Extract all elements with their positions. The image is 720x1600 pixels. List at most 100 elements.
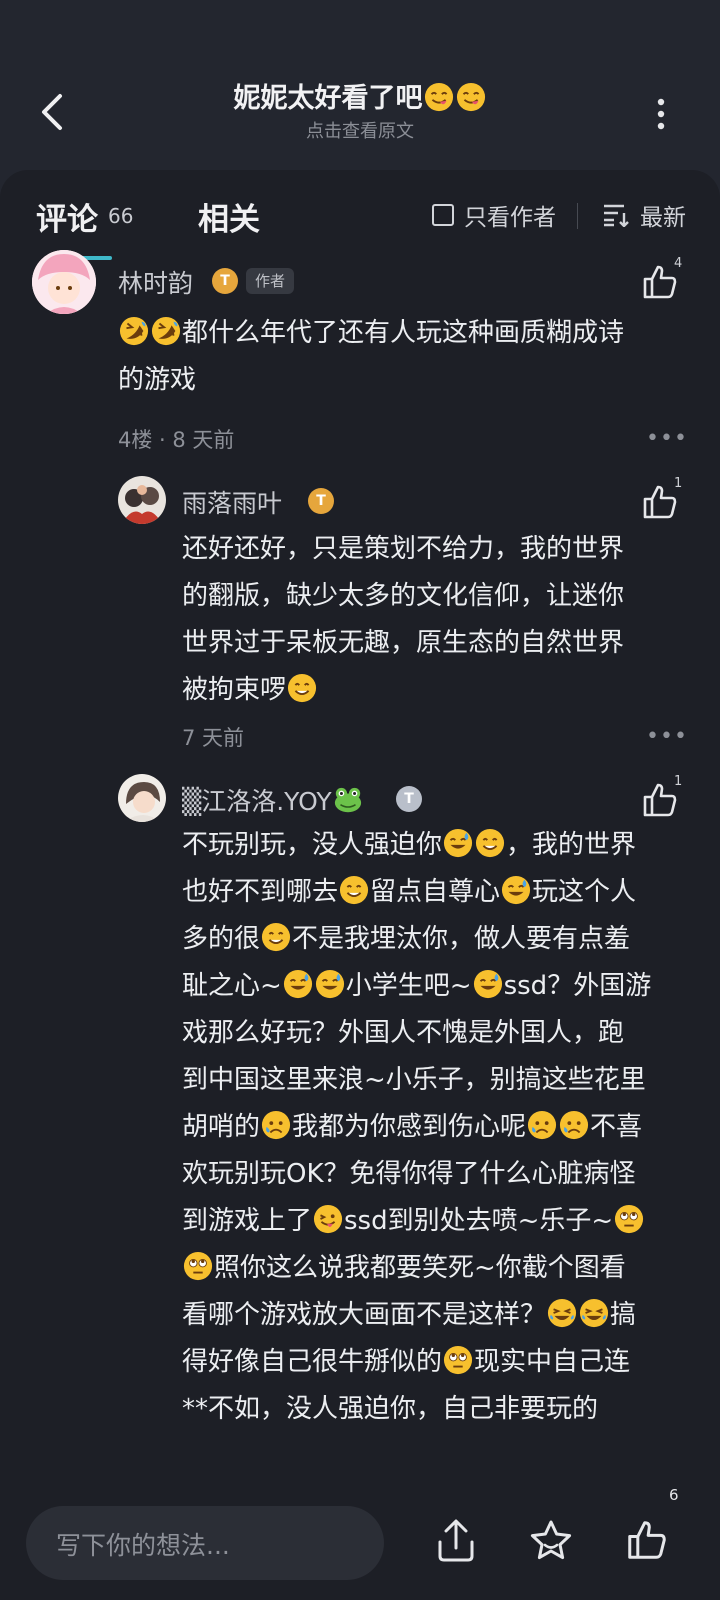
- reply-line-text: ，我的世界: [506, 830, 637, 860]
- reply-more-button[interactable]: •••: [646, 724, 688, 749]
- sweat-smile-emoji-icon: [315, 969, 345, 999]
- reply-line: 到中国这里来浪~小乐子，别搞这些花里: [182, 1065, 646, 1095]
- level-badge-icon: T: [308, 488, 334, 514]
- reply-line: 戏那么好玩？外国人不愧是外国人，跑: [182, 1018, 625, 1048]
- reply-line: 不玩别玩，没人强迫你 ，我的世界: [182, 822, 682, 869]
- star-icon[interactable]: [528, 1518, 574, 1564]
- comment-input[interactable]: 写下你的想法...: [26, 1506, 384, 1580]
- reply-username[interactable]: 雨落雨叶: [182, 484, 282, 520]
- avatar-image: [32, 250, 96, 314]
- author-only-label: 只看作者: [464, 205, 556, 231]
- reply-line: 得好像自己很牛掰似的 现实中自己连: [182, 1339, 682, 1386]
- reply-line: **不如，没人强迫你，自己非要玩的: [182, 1394, 599, 1424]
- back-button[interactable]: [34, 88, 74, 136]
- smile-emoji-icon: [261, 922, 291, 952]
- sweat-smile-emoji-icon: [473, 969, 503, 999]
- divider: [577, 203, 578, 229]
- comment-input-placeholder: 写下你的想法...: [56, 1531, 230, 1560]
- avatar-image: [118, 476, 166, 524]
- comments-count: 66: [108, 204, 134, 228]
- smile-emoji-icon: [287, 673, 317, 703]
- reply-line: 的翻版，缺少太多的文化信仰，让迷你: [182, 581, 625, 611]
- avatar[interactable]: [32, 250, 96, 314]
- back-arrow-icon: [42, 94, 62, 130]
- tab-related[interactable]: 相关: [198, 194, 260, 239]
- tongue-emoji-icon: [313, 1204, 343, 1234]
- comment-text: 都什么年代了还有人玩这种画质糊成诗 的游戏: [118, 310, 678, 404]
- comment-line: 的游戏: [118, 365, 197, 395]
- sort-button[interactable]: 最新: [602, 198, 686, 232]
- more-options-button[interactable]: [646, 96, 676, 132]
- avatar-image: [118, 774, 166, 822]
- eye-roll-emoji-icon: [614, 1204, 644, 1234]
- reply-line-text: 耻之心~: [182, 971, 282, 1001]
- comment-line: 都什么年代了还有人玩这种画质糊成诗: [118, 310, 678, 357]
- eye-roll-emoji-icon: [443, 1345, 473, 1375]
- reply-like-count: 1: [674, 774, 683, 789]
- comments-panel: 评论 66 相关 只看作者 最新 林时韵 T 作者 4 都什么年代了还有人玩这种…: [0, 170, 720, 1500]
- reply-line-text: 得好像自己很牛掰似的: [182, 1347, 443, 1377]
- smile-emoji-icon: [339, 875, 369, 905]
- comment-line-text: 都什么年代了还有人玩这种画质糊成诗: [182, 318, 625, 348]
- reply-line: 胡哨的 我都为你感到伤心呢 不喜: [182, 1104, 682, 1151]
- reply-line-text: 看哪个游戏放大画面不是这样？: [182, 1300, 547, 1330]
- level-badge-icon: T: [212, 268, 238, 294]
- reply-line-text: 不是我埋汰你，做人要有点羞: [292, 924, 631, 954]
- yum-emoji-icon: [456, 82, 486, 112]
- yum-emoji-icon: [424, 82, 454, 112]
- eye-roll-emoji-icon: [183, 1251, 213, 1281]
- sad-emoji-icon: [559, 1110, 589, 1140]
- laughing-tears-emoji-icon: [547, 1298, 577, 1328]
- sweat-smile-emoji-icon: [283, 969, 313, 999]
- tab-comments[interactable]: 评论: [36, 194, 98, 239]
- comment-username[interactable]: 林时韵: [118, 264, 193, 300]
- reply-username[interactable]: ▒江洛洛.YOY: [182, 782, 364, 818]
- share-icon[interactable]: [434, 1518, 478, 1564]
- more-vertical-icon: [657, 98, 665, 130]
- rofl-emoji-icon: [151, 316, 181, 346]
- reply-line: 世界过于呆板无趣，原生态的自然世界: [182, 628, 625, 658]
- reply-line-text: 我都为你感到伤心呢: [292, 1112, 527, 1142]
- reply-line-text: 到游戏上了: [182, 1206, 313, 1236]
- reply-line-text: 小学生吧~: [345, 971, 472, 1001]
- reply-line: 欢玩别玩OK？免得你得了什么心脏病怪: [182, 1159, 636, 1189]
- sweat-smile-emoji-icon: [443, 828, 473, 858]
- sad-emoji-icon: [261, 1110, 291, 1140]
- checkbox-icon: [432, 204, 454, 226]
- author-badge: 作者: [246, 268, 295, 294]
- reply-line-text: 被拘束啰: [182, 675, 287, 705]
- reply-line-text: 不喜: [590, 1112, 643, 1142]
- reply-line-text: 不玩别玩，没人强迫你: [182, 830, 443, 860]
- reply-line: 耻之心~ 小学生吧~ ssd？外国游: [182, 963, 682, 1010]
- reply-line-text: ssd到别处去喷~乐子~: [344, 1206, 614, 1236]
- title-area[interactable]: 妮妮太好看了吧 点击查看原文: [120, 80, 600, 144]
- avatar[interactable]: [118, 774, 166, 822]
- reply-like-count: 1: [674, 476, 683, 491]
- reply-line: 还好还好，只是策划不给力，我的世界: [182, 534, 625, 564]
- reply-line: 多的很 不是我埋汰你，做人要有点羞: [182, 916, 682, 963]
- reply-line: 被拘束啰: [182, 667, 682, 714]
- laughing-tears-emoji-icon: [579, 1298, 609, 1328]
- reply-line-text: 也好不到哪去: [182, 877, 339, 907]
- top-bar: 妮妮太好看了吧 点击查看原文: [0, 0, 720, 170]
- reply-line-text: 留点自尊心: [370, 877, 501, 907]
- reply-line: 到游戏上了 ssd到别处去喷~乐子~: [182, 1198, 682, 1245]
- reply-line: 照你这么说我都要笑死~你截个图看: [182, 1245, 682, 1292]
- comment-more-button[interactable]: •••: [646, 426, 688, 451]
- thumbs-up-icon[interactable]: [624, 1516, 670, 1564]
- sort-lines-icon: [604, 204, 629, 227]
- rofl-emoji-icon: [119, 316, 149, 346]
- author-only-filter[interactable]: 只看作者: [432, 198, 556, 232]
- reply-line-text: ssd？外国游: [503, 971, 652, 1001]
- page-title-text: 妮妮太好看了吧: [233, 83, 423, 114]
- frog-emoji-icon: [334, 787, 361, 813]
- avatar[interactable]: [118, 476, 166, 524]
- comment-like-count: 4: [674, 256, 683, 271]
- view-original-link[interactable]: 点击查看原文: [120, 120, 600, 144]
- reply-line: 看哪个游戏放大画面不是这样？ 搞: [182, 1292, 682, 1339]
- reply-line-text: 现实中自己连: [474, 1347, 631, 1377]
- page-title: 妮妮太好看了吧: [120, 80, 600, 118]
- bottom-bar: 写下你的想法... 6: [0, 1486, 720, 1600]
- reply-text: 不玩别玩，没人强迫你 ，我的世界 也好不到哪去 留点自尊心 玩这个人 多的很 不是我埋汰…: [182, 822, 682, 1433]
- comment-meta: 4楼 · 8 天前: [118, 428, 235, 452]
